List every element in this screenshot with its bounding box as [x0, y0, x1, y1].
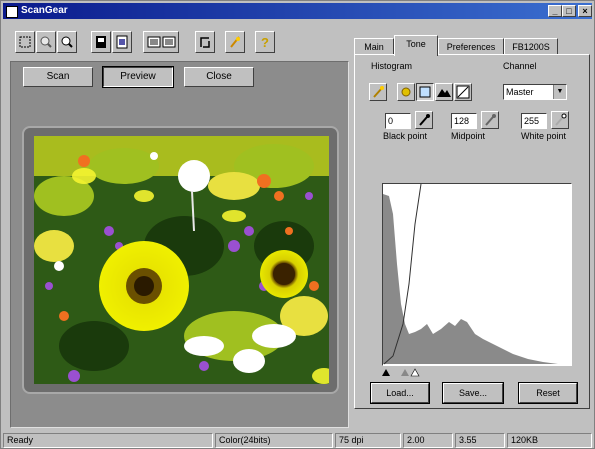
settings-panel: Main Tone Preferences FB1200S Histogram …: [354, 32, 590, 409]
status-width: 2.00: [403, 433, 453, 448]
auto-crop-tool[interactable]: [91, 31, 111, 53]
preview-image[interactable]: [34, 136, 329, 384]
status-ready: Ready: [3, 433, 213, 448]
eyedropper-icon: [555, 113, 567, 126]
image-type-icon: [116, 35, 128, 49]
black-point-field[interactable]: 0: [385, 113, 411, 129]
white-point-picker[interactable]: [551, 111, 569, 129]
app-window: ScanGear _ □ × ? Scan Preview Close Main…: [0, 0, 595, 449]
preview-frame: [22, 126, 339, 394]
reset-button[interactable]: Reset: [518, 382, 578, 404]
select-area-icon: [19, 36, 31, 48]
histogram-button[interactable]: [416, 83, 434, 101]
mountain-icon: [437, 89, 451, 97]
histogram-icon: [419, 86, 431, 98]
tab-tone[interactable]: Tone: [394, 35, 438, 56]
close-window-button[interactable]: ×: [578, 5, 592, 17]
channel-value: Master: [506, 87, 534, 97]
help-tool[interactable]: ?: [255, 31, 275, 53]
select-area-tool[interactable]: [15, 31, 35, 53]
magic-wand-icon: [373, 86, 384, 98]
tab-preferences[interactable]: Preferences: [438, 38, 504, 55]
status-bar: Ready Color(24bits) 75 dpi 2.00 3.55 120…: [3, 433, 592, 448]
histogram-graph: [383, 183, 558, 365]
eyedropper-icon: [419, 114, 430, 126]
tab-device[interactable]: FB1200S: [504, 38, 558, 55]
tone-tool[interactable]: [225, 31, 245, 53]
chevron-down-icon[interactable]: ▼: [553, 85, 566, 99]
tone-curve-button[interactable]: [454, 83, 472, 101]
save-button[interactable]: Save...: [442, 382, 504, 404]
rotate-icon: [200, 37, 210, 48]
zoom-out-tool[interactable]: [57, 31, 77, 53]
brightness-icon: [401, 87, 411, 97]
status-file-size: 120KB: [507, 433, 592, 448]
histogram-label: Histogram: [371, 61, 413, 71]
preview-button[interactable]: Preview: [102, 66, 174, 88]
window-title: ScanGear: [21, 5, 68, 16]
channel-label: Channel: [503, 61, 537, 71]
white-point-label: White point: [521, 131, 567, 141]
auto-tone-button[interactable]: [369, 83, 387, 101]
scale-icon: [147, 36, 176, 48]
scan-button[interactable]: Scan: [23, 67, 93, 87]
curve-icon: [456, 85, 470, 99]
midpoint-picker[interactable]: [481, 111, 499, 129]
help-icon: ?: [261, 35, 269, 49]
status-resolution: 75 dpi: [335, 433, 401, 448]
tab-main[interactable]: Main: [354, 38, 394, 55]
minimize-button[interactable]: _: [548, 5, 562, 17]
status-color-mode: Color(24bits): [215, 433, 333, 448]
zoom-out-icon: [61, 36, 73, 48]
white-point-field[interactable]: 255: [521, 113, 547, 129]
auto-crop-icon: [96, 36, 106, 48]
histogram-sliders[interactable]: [379, 367, 439, 377]
tone-page: Histogram Channel Master ▼ 0 Black point…: [354, 54, 590, 409]
svg-text:?: ?: [261, 35, 269, 49]
preview-panel: Scan Preview Close: [10, 61, 349, 428]
close-button[interactable]: Close: [184, 67, 254, 87]
tone-icon: [230, 36, 240, 48]
midpoint-field[interactable]: 128: [451, 113, 477, 129]
histogram-chart[interactable]: [382, 183, 572, 366]
rotate-tool[interactable]: [195, 31, 215, 53]
curve-button[interactable]: [435, 83, 453, 101]
brightness-button[interactable]: [397, 83, 415, 101]
zoom-in-tool[interactable]: [36, 31, 56, 53]
scale-tool[interactable]: [143, 31, 179, 53]
app-icon: [6, 6, 18, 18]
midpoint-label: Midpoint: [451, 131, 486, 141]
status-height: 3.55: [455, 433, 505, 448]
channel-select[interactable]: Master ▼: [503, 84, 567, 100]
title-bar: ScanGear _ □ ×: [3, 3, 592, 19]
load-button[interactable]: Load...: [370, 382, 430, 404]
black-point-picker[interactable]: [415, 111, 433, 129]
eyedropper-icon: [485, 114, 496, 126]
black-point-label: Black point: [383, 131, 428, 141]
maximize-button[interactable]: □: [562, 5, 576, 17]
image-type-tool[interactable]: [112, 31, 132, 53]
zoom-in-icon: [40, 36, 52, 48]
